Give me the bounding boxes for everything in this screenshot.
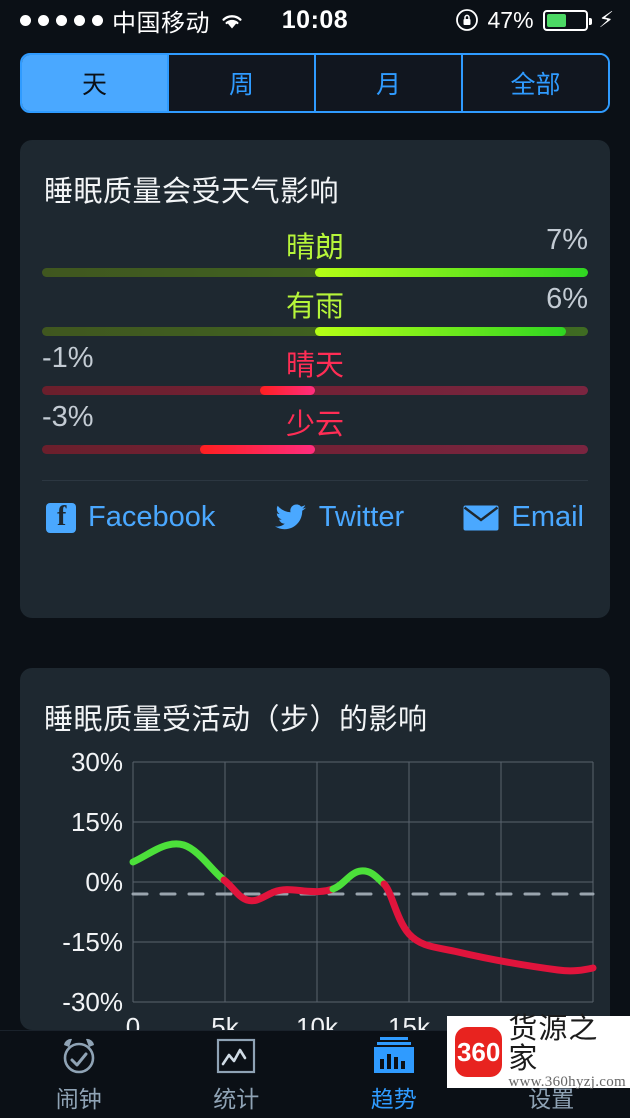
lightning-bolt-icon: ⚡ <box>598 7 614 32</box>
bar-fill <box>315 268 588 277</box>
y-axis-tick-label: 0% <box>85 867 123 897</box>
bar-label: 晴天 <box>285 350 345 382</box>
chart-series-negative-segment-2 <box>380 880 597 975</box>
tab-statistics[interactable]: 统计 <box>158 1031 316 1118</box>
bar-label: 少云 <box>285 409 345 441</box>
bar-fill <box>260 386 315 395</box>
alarm-clock-icon <box>58 1036 100 1076</box>
weather-card-title: 睡眠质量会受天气影响 <box>44 176 340 208</box>
bar-value: 7% <box>546 224 588 256</box>
bar-label: 晴朗 <box>285 232 345 264</box>
segment-all[interactable]: 全部 <box>463 55 608 111</box>
bar-row-few-clouds: 少云 -3% <box>42 401 588 454</box>
chart-canvas: 30% 15% 0% -15% -30% 0 5k 10k 15k 20k 25… <box>62 747 602 1042</box>
battery-icon <box>542 9 592 31</box>
trends-bar-icon <box>372 1036 416 1076</box>
share-label: Email <box>511 501 584 533</box>
bar-track <box>42 268 588 277</box>
bar-track <box>42 386 588 395</box>
bar-fill <box>200 445 315 454</box>
watermark-logo: 360 <box>455 1027 503 1077</box>
share-facebook-button[interactable]: Facebook <box>46 501 215 534</box>
bar-value: -3% <box>42 401 94 433</box>
rotation-lock-icon <box>455 8 479 32</box>
bar-row-rain: 有雨 6% <box>42 283 588 336</box>
bar-track <box>42 327 588 336</box>
weather-bar-list: 晴朗 7% 有雨 6% 晴天 -1% 少云 -3% <box>20 210 610 454</box>
share-email-button[interactable]: Email <box>463 501 584 534</box>
tab-alarm[interactable]: 闹钟 <box>0 1031 158 1118</box>
y-axis-tick-label: 30% <box>71 747 123 777</box>
statistics-chart-icon <box>216 1036 256 1076</box>
status-bar: 中国移动 10:08 47% ⚡ <box>0 0 630 40</box>
chart-series-positive-segment-1 <box>129 840 228 884</box>
bar-track <box>42 445 588 454</box>
tab-label: 统计 <box>213 1085 260 1112</box>
bar-fill <box>315 327 567 336</box>
period-segmented-control[interactable]: 天 周 月 全部 <box>20 53 610 113</box>
bar-row-sunny-clear: 晴朗 7% <box>42 224 588 277</box>
share-label: Twitter <box>318 501 405 533</box>
bar-value: 6% <box>546 283 588 315</box>
steps-impact-card: 睡眠质量受活动（步）的影响 30% 15% 0% -15% -30% 0 5k … <box>20 668 610 1042</box>
segment-week[interactable]: 周 <box>169 55 316 111</box>
twitter-icon <box>274 503 307 532</box>
share-label: Facebook <box>88 501 216 533</box>
app-screen: 中国移动 10:08 47% ⚡ 天 周 月 全部 睡眠质量会受天气影响 晴朗 … <box>0 0 630 1118</box>
share-twitter-button[interactable]: Twitter <box>274 501 405 534</box>
segment-day[interactable]: 天 <box>22 55 169 111</box>
facebook-icon <box>46 501 76 533</box>
bar-row-sunny-day: 晴天 -1% <box>42 342 588 395</box>
watermark-url: www.360hyzj.com <box>508 1073 626 1090</box>
y-axis-tick-label: -15% <box>62 927 123 957</box>
bar-value: -1% <box>42 342 94 374</box>
status-bar-right: 47% ⚡ <box>455 6 614 34</box>
tab-label: 趋势 <box>370 1085 417 1112</box>
watermark-site-name: 货源之家 <box>508 1012 599 1076</box>
y-axis-tick-label: -30% <box>62 987 123 1017</box>
segment-month[interactable]: 月 <box>316 55 463 111</box>
email-icon <box>463 505 499 531</box>
share-row: Facebook Twitter Email <box>20 481 610 534</box>
y-axis-tick-label: 15% <box>71 807 123 837</box>
watermark-overlay: 360 货源之家 www.360hyzj.com <box>447 1012 630 1091</box>
chart-series-positive-segment-2 <box>329 867 388 893</box>
steps-impact-chart: 30% 15% 0% -15% -30% 0 5k 10k 15k 20k 25… <box>20 744 610 1044</box>
battery-percent: 47% <box>487 6 534 33</box>
bar-label: 有雨 <box>285 291 345 323</box>
tab-label: 闹钟 <box>55 1085 102 1112</box>
weather-impact-card: 睡眠质量会受天气影响 晴朗 7% 有雨 6% 晴天 -1% 少云 -3% f F… <box>20 140 610 618</box>
steps-card-title: 睡眠质量受活动（步）的影响 <box>44 704 428 736</box>
watermark-text: 货源之家 www.360hyzj.com <box>508 1012 626 1091</box>
